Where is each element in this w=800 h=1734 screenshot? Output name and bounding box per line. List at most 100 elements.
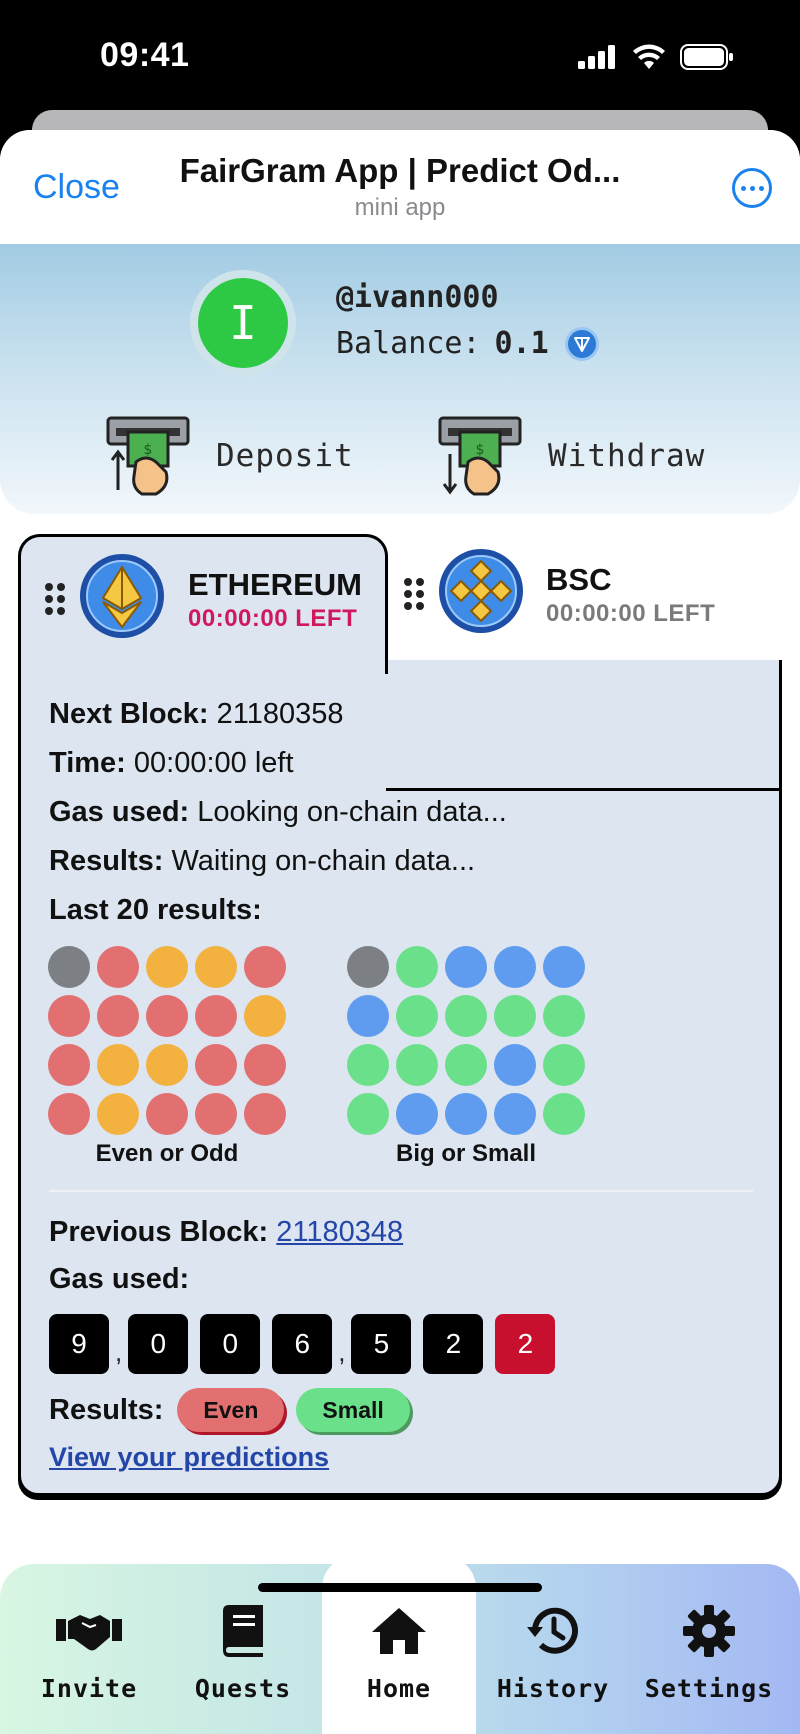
gas-value: Looking on-chain data... (197, 796, 507, 828)
app-subtitle: mini app (354, 194, 446, 221)
chain-tabs: ETHEREUM 00:00:00 LEFT BSC 00:00:00 LEFT (18, 534, 782, 674)
result-dot-green (445, 995, 487, 1037)
result-dot-orange (97, 1044, 139, 1086)
result-dot-red (48, 1093, 90, 1135)
home-indicator (258, 1583, 542, 1592)
result-dot-red (48, 1044, 90, 1086)
status-bar: 09:41 (0, 0, 800, 120)
next-block-label: Next Block: (49, 698, 209, 730)
result-dot-orange (146, 1044, 188, 1086)
result-dot-blue (494, 946, 536, 988)
result-dot-green (445, 1044, 487, 1086)
previous-block-label: Previous Block: (49, 1216, 269, 1248)
ethereum-logo-icon (80, 554, 164, 638)
gas-digit: 5 (351, 1314, 412, 1374)
gas-digit: 0 (128, 1314, 189, 1374)
result-small-badge: Small (296, 1388, 410, 1432)
previous-block-link[interactable]: 21180348 (276, 1216, 403, 1248)
result-dot-red (48, 995, 90, 1037)
tab-ethereum[interactable]: ETHEREUM 00:00:00 LEFT (18, 534, 388, 674)
result-dot-blue (396, 1093, 438, 1135)
results-row: Results: Waiting on-chain data... (49, 845, 475, 878)
gas-row: Gas used: Looking on-chain data... (49, 796, 507, 829)
result-dot-orange (244, 995, 286, 1037)
deposit-label: Deposit (216, 438, 354, 474)
next-block-row: Next Block: 21180358 (49, 698, 343, 731)
result-dot-blue (494, 1093, 536, 1135)
balance: Balance: 0.1 (336, 326, 599, 361)
balance-value: 0.1 (494, 326, 549, 361)
result-dot-red (146, 995, 188, 1037)
gas-digits: 9, 0 0 6, 5 2 2 (49, 1314, 567, 1374)
result-dot-blue (347, 995, 389, 1037)
book-icon (221, 1600, 265, 1662)
gas-digit: 0 (200, 1314, 261, 1374)
gas-digit-last: 2 (495, 1314, 556, 1374)
panel-border (386, 788, 782, 791)
result-dot-green (396, 1044, 438, 1086)
time-row: Time: 00:00:00 left (49, 747, 294, 780)
result-dot-green (543, 1044, 585, 1086)
drag-handle-icon[interactable] (404, 578, 424, 610)
previous-gas-row: Gas used: (49, 1263, 189, 1296)
separator: , (338, 1337, 346, 1367)
result-dot-green (543, 995, 585, 1037)
gas-digit: 6 (272, 1314, 333, 1374)
result-even-badge: Even (177, 1388, 285, 1432)
nav-quests-label: Quests (194, 1674, 292, 1703)
last-results-heading: Last 20 results: (49, 894, 262, 926)
previous-results-row: Results: Even Small (49, 1388, 410, 1432)
result-dot-green (494, 995, 536, 1037)
view-predictions-link[interactable]: View your predictions (49, 1442, 329, 1473)
results-label: Results: (49, 845, 164, 877)
result-dot-blue (543, 946, 585, 988)
svg-text:$: $ (144, 442, 153, 458)
tab-bsc[interactable]: BSC 00:00:00 LEFT (388, 534, 782, 658)
result-dot-red (146, 1093, 188, 1135)
result-dot-red (195, 1044, 237, 1086)
withdraw-button[interactable]: $ Withdraw (438, 414, 705, 498)
profile-card: I @ivann000 Balance: 0.1 $ Deposit $ Wit… (0, 244, 800, 514)
result-dot-green (347, 1093, 389, 1135)
gas-label: Gas used: (49, 796, 190, 828)
drag-handle-icon[interactable] (45, 583, 65, 615)
mini-app-sheet: Close FairGram App | Predict Od... mini … (0, 130, 800, 1734)
nav-settings-label: Settings (644, 1674, 774, 1703)
previous-results-label: Results: (49, 1393, 164, 1426)
divider (49, 1190, 753, 1192)
bsc-name: BSC (546, 562, 612, 597)
result-dot-green (396, 995, 438, 1037)
ton-coin-icon (564, 326, 599, 361)
ellipsis-circle-icon[interactable] (732, 168, 772, 208)
result-dot-red (244, 946, 286, 988)
even-odd-dots (48, 946, 286, 1135)
handshake-icon (56, 1600, 122, 1662)
result-dot-green (347, 1044, 389, 1086)
nav-settings[interactable]: Settings (632, 1564, 786, 1734)
balance-label: Balance: (336, 326, 481, 361)
atm-deposit-icon: $ (106, 416, 190, 496)
result-dot-green (543, 1093, 585, 1135)
previous-gas-label: Gas used: (49, 1263, 190, 1295)
svg-text:$: $ (476, 442, 485, 458)
result-dot-gray (347, 946, 389, 988)
nav-invite-label: Invite (40, 1674, 138, 1703)
result-dot-red (244, 1093, 286, 1135)
deposit-button[interactable]: $ Deposit (106, 414, 354, 498)
result-dot-red (97, 946, 139, 988)
ethereum-time-left: 00:00:00 LEFT (188, 605, 358, 632)
previous-block-row: Previous Block: 21180348 (49, 1216, 403, 1249)
separator: , (115, 1337, 123, 1367)
nav-invite[interactable]: Invite (12, 1564, 166, 1734)
wifi-icon (633, 44, 665, 69)
result-dot-blue (445, 946, 487, 988)
nav-history-label: History (496, 1674, 610, 1703)
next-block-value: 21180358 (216, 698, 344, 730)
result-dot-blue (445, 1093, 487, 1135)
big-small-dots (347, 946, 585, 1135)
home-icon (370, 1600, 428, 1662)
nav-home-label: Home (366, 1674, 432, 1703)
result-dot-orange (195, 946, 237, 988)
results-panel: Next Block: 21180358 Time: 00:00:00 left… (18, 660, 782, 1496)
bsc-time-left: 00:00:00 LEFT (546, 600, 716, 627)
